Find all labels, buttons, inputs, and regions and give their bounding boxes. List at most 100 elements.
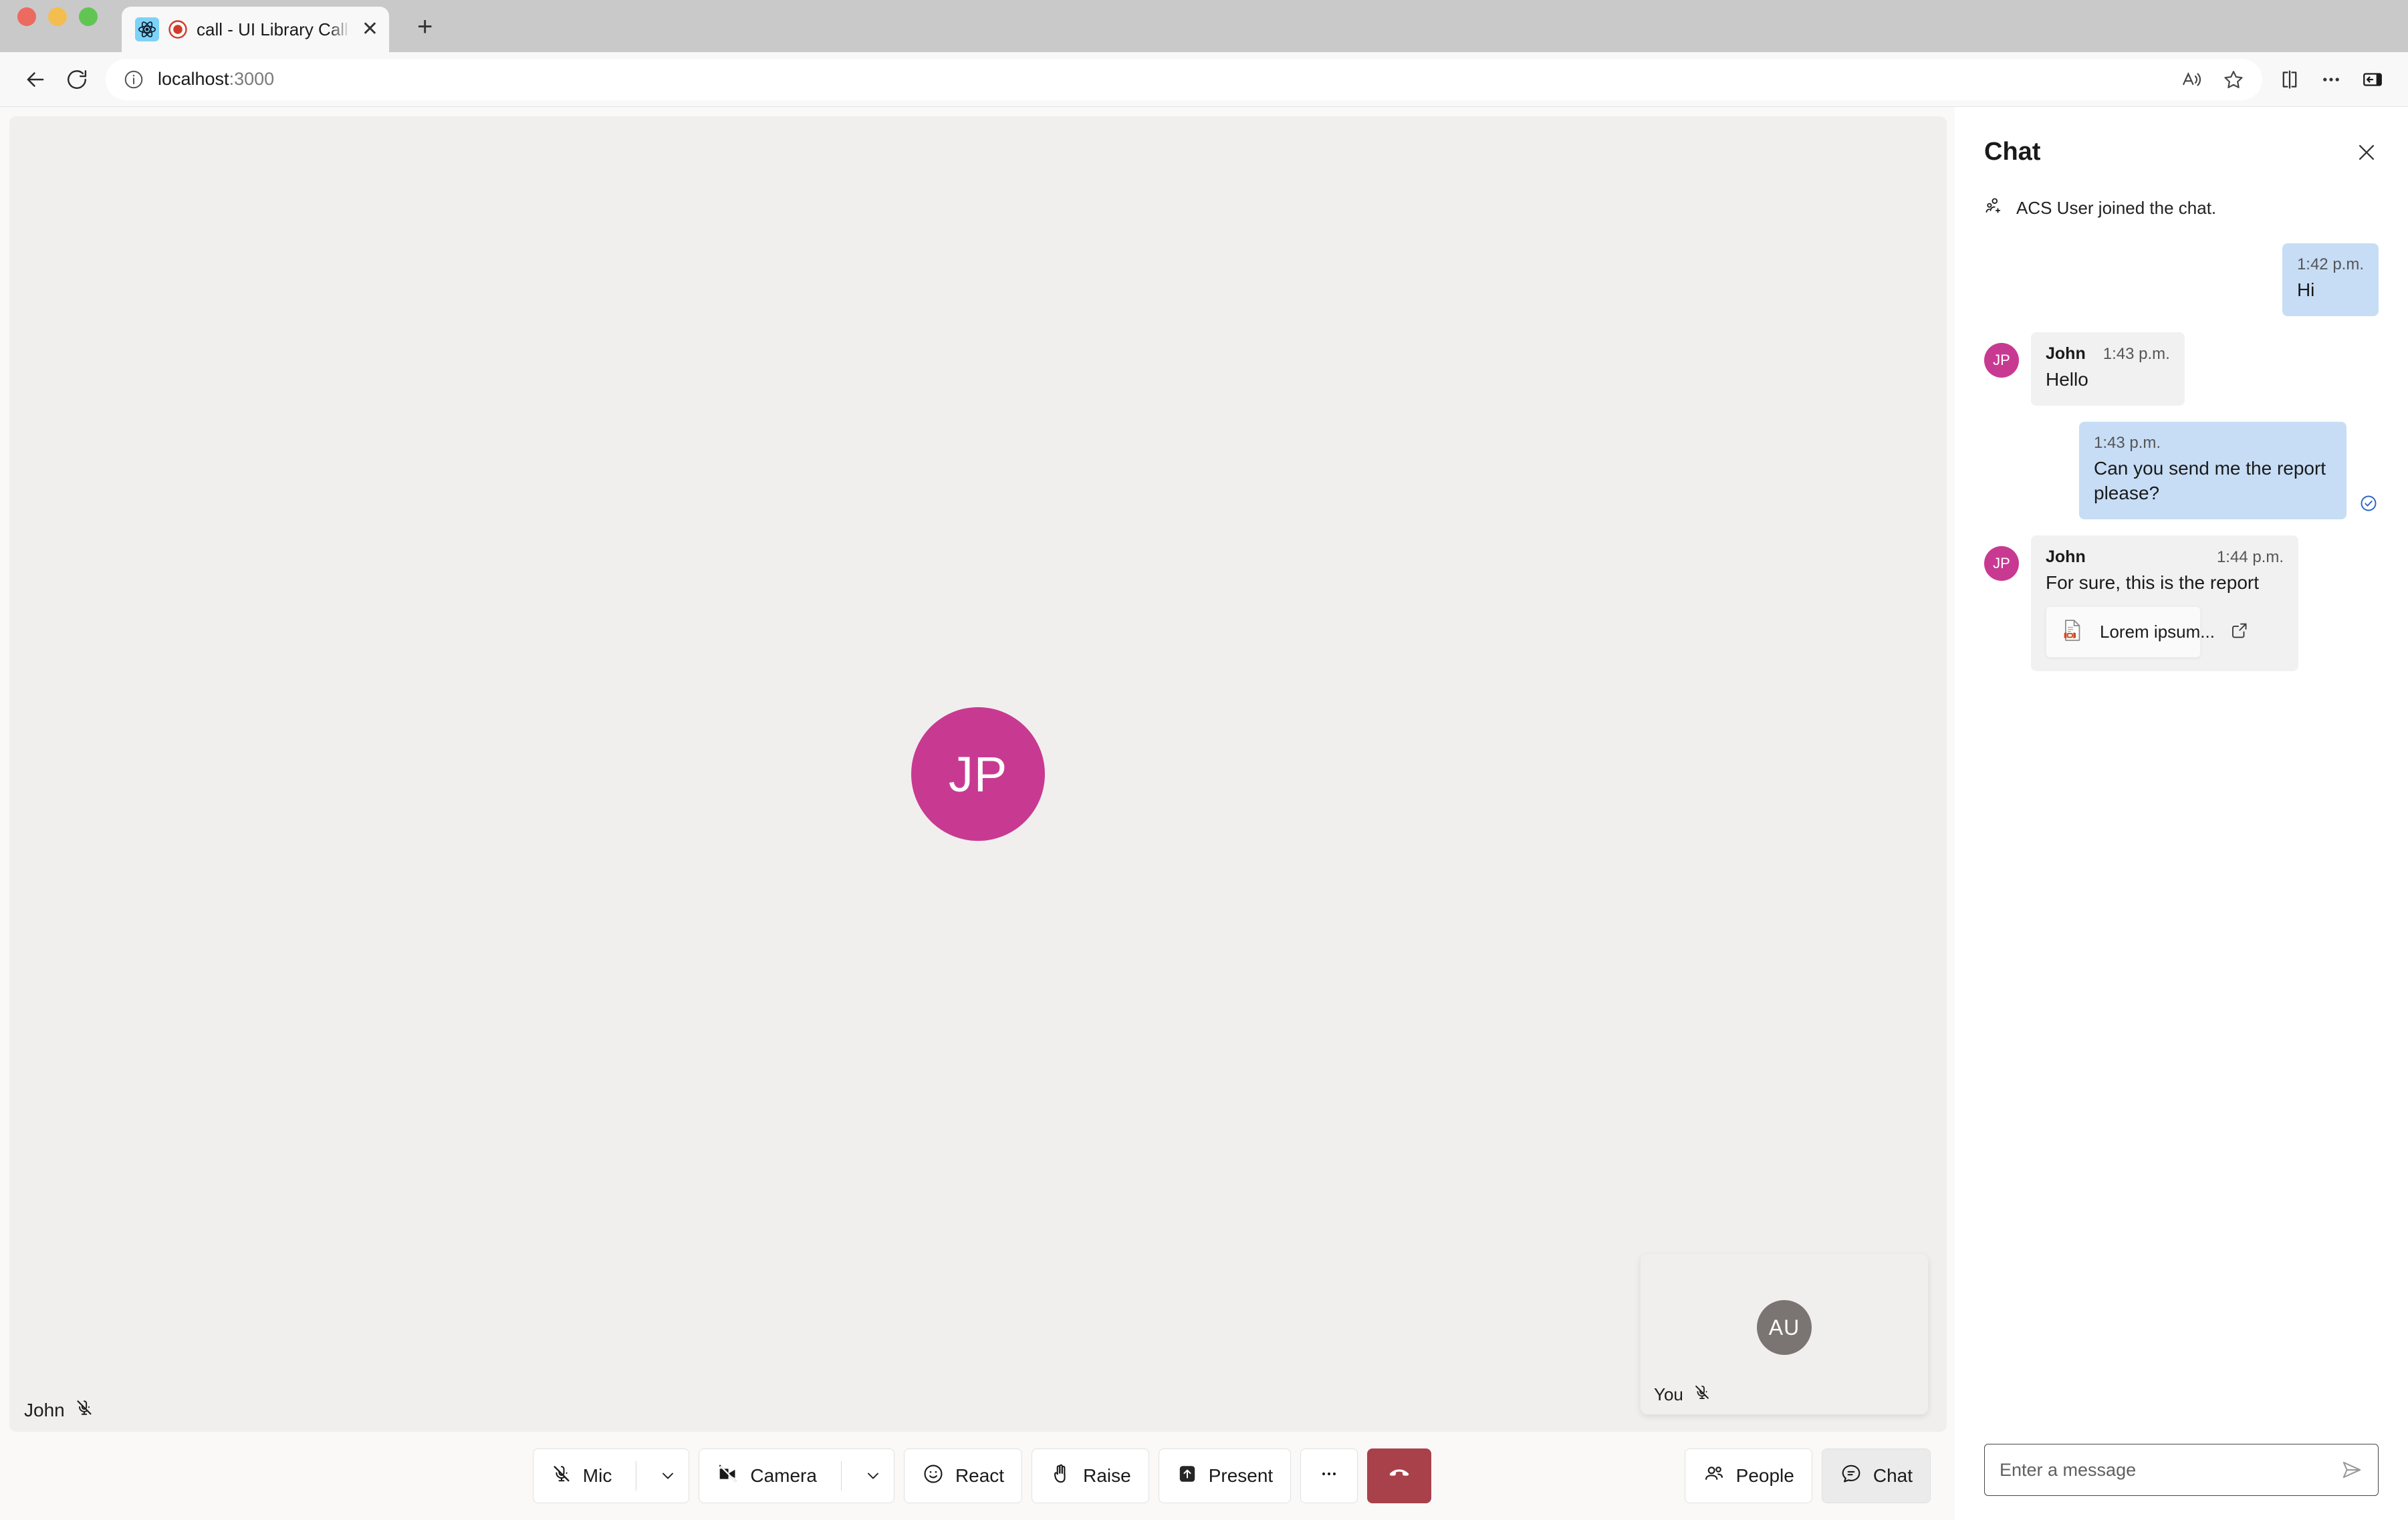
divider [840, 1461, 842, 1491]
split-screen-icon[interactable] [2269, 59, 2310, 100]
react-button-label: React [955, 1465, 1005, 1486]
people-button[interactable]: People [1684, 1448, 1812, 1503]
browser-window: call - UI Library Call With Chat ✕ + loc… [0, 0, 2408, 1520]
chat-message-row: 1:42 p.m. Hi [1984, 243, 2379, 316]
message-attachment-card[interactable]: Lorem ipsum... [2046, 606, 2247, 658]
microphone-off-icon [551, 1463, 572, 1489]
favorite-star-icon[interactable] [2222, 68, 2245, 91]
message-sender: John [2046, 547, 2086, 566]
send-icon[interactable] [2340, 1459, 2363, 1481]
react-button[interactable]: React [903, 1448, 1023, 1503]
chat-bubble-icon [1840, 1463, 1862, 1490]
message-text: Hello [2046, 368, 2088, 390]
remote-participant-name: John [24, 1399, 65, 1420]
present-button-label: Present [1208, 1465, 1274, 1486]
local-video-tile[interactable]: AU You [1641, 1254, 1928, 1414]
chat-message-row: JP John 1:43 p.m. Hello [1984, 332, 2379, 406]
message-text: Hi [2296, 279, 2315, 300]
call-with-chat-app: JP John AU You Mic Camera React Raise Pr… [0, 107, 2408, 1520]
end-call-icon [1385, 1460, 1413, 1493]
chat-panel-title: Chat [1984, 138, 2041, 166]
remote-participant-label: John [9, 1388, 109, 1432]
message-timestamp: 1:42 p.m. [2296, 255, 2364, 273]
chat-panel-header: Chat [1955, 107, 2408, 173]
read-aloud-icon[interactable] [2181, 68, 2203, 91]
chat-bubble-incoming: John 1:43 p.m. Hello [2031, 332, 2185, 406]
chat-bubble-incoming: John 1:44 p.m. For sure, this is the rep… [2031, 535, 2298, 671]
people-icon [1703, 1463, 1725, 1490]
chevron-down-icon[interactable] [647, 1449, 689, 1503]
more-options-button[interactable] [1300, 1448, 1358, 1503]
local-participant-avatar: AU [1757, 1300, 1812, 1356]
maximize-window-button[interactable] [79, 7, 98, 26]
remote-participant-avatar: JP [911, 707, 1045, 841]
chat-bubble-outgoing: 1:43 p.m. Can you send me the report ple… [2079, 421, 2346, 519]
more-horizontal-icon [1318, 1463, 1340, 1489]
chat-bubble-outgoing: 1:42 p.m. Hi [2282, 243, 2379, 316]
mic-button[interactable]: Mic [532, 1448, 690, 1503]
chat-message-list[interactable]: ACS User joined the chat. 1:42 p.m. Hi J… [1955, 173, 2408, 1444]
close-icon[interactable] [2355, 140, 2379, 164]
microphone-off-icon [74, 1398, 94, 1422]
back-icon[interactable] [15, 59, 56, 100]
sidebar-icon[interactable] [2352, 59, 2393, 100]
call-controls-bar: Mic Camera React Raise Present People Ch… [9, 1432, 1955, 1520]
message-timestamp: 1:44 p.m. [2216, 547, 2284, 566]
settings-more-icon[interactable] [2310, 59, 2352, 100]
camera-off-icon [717, 1463, 739, 1490]
tab-strip: call - UI Library Call With Chat ✕ + [0, 0, 2408, 52]
chat-panel-footer [1955, 1444, 2408, 1520]
raise-hand-button[interactable]: Raise [1032, 1448, 1149, 1503]
chat-system-message: ACS User joined the chat. [1984, 196, 2379, 221]
chat-system-message-text: ACS User joined the chat. [2016, 198, 2217, 218]
microphone-off-icon [1693, 1383, 1711, 1406]
reload-icon[interactable] [56, 59, 98, 100]
message-text: For sure, this is the report [2046, 572, 2260, 593]
address-text: localhost:3000 [158, 69, 274, 90]
present-button[interactable]: Present [1158, 1448, 1292, 1503]
close-window-button[interactable] [17, 7, 36, 26]
chat-message-row: JP John 1:44 p.m. For sure, this is the … [1984, 535, 2379, 671]
react-icon [135, 17, 159, 41]
address-port: :3000 [229, 69, 275, 89]
chat-panel: Chat ACS User joined the chat. 1:42 p.m.… [1955, 107, 2408, 1520]
browser-tab[interactable]: call - UI Library Call With Chat ✕ [122, 7, 389, 52]
emoji-smile-icon [922, 1463, 945, 1490]
open-external-icon[interactable] [2230, 620, 2250, 644]
recording-indicator-icon[interactable] [168, 19, 188, 39]
chat-message-row: 1:43 p.m. Can you send me the report ple… [1984, 421, 2379, 519]
info-icon[interactable] [123, 69, 144, 90]
mic-button-label: Mic [582, 1465, 612, 1486]
powerpoint-file-icon [2060, 618, 2085, 646]
message-input[interactable] [2000, 1459, 2331, 1481]
message-text: Can you send me the report please? [2094, 457, 2326, 503]
message-timestamp: 1:43 p.m. [2102, 344, 2170, 363]
camera-button-label: Camera [750, 1465, 817, 1486]
address-bar[interactable]: localhost:3000 [106, 58, 2262, 100]
message-timestamp: 1:43 p.m. [2094, 433, 2161, 452]
address-host: localhost [158, 69, 229, 89]
minimize-window-button[interactable] [48, 7, 67, 26]
local-participant-label: You [1641, 1375, 1725, 1414]
local-participant-name: You [1654, 1384, 1683, 1404]
attachment-name: Lorem ipsum... [2100, 621, 2215, 642]
people-button-label: People [1735, 1465, 1794, 1486]
chevron-down-icon[interactable] [852, 1449, 894, 1503]
raised-hand-icon [1050, 1463, 1072, 1490]
call-column: JP John AU You Mic Camera React Raise Pr… [0, 107, 1955, 1520]
camera-button[interactable]: Camera [699, 1448, 894, 1503]
chat-button-label: Chat [1873, 1465, 1913, 1486]
message-input-container[interactable] [1984, 1444, 2379, 1496]
end-call-button[interactable] [1367, 1448, 1432, 1503]
tab-close-button[interactable]: ✕ [359, 19, 378, 39]
panel-toggle-controls: People Chat [1684, 1448, 1931, 1503]
message-sender: John [2046, 344, 2086, 363]
window-traffic-lights [17, 0, 98, 52]
chat-button[interactable]: Chat [1821, 1448, 1931, 1503]
message-avatar: JP [1984, 545, 2019, 581]
video-gallery-stage: JP John AU You [9, 116, 1947, 1432]
browser-toolbar: localhost:3000 [0, 52, 2408, 107]
share-screen-icon [1177, 1463, 1198, 1489]
new-tab-button[interactable]: + [417, 13, 433, 52]
tab-title: call - UI Library Call With Chat [197, 19, 350, 39]
